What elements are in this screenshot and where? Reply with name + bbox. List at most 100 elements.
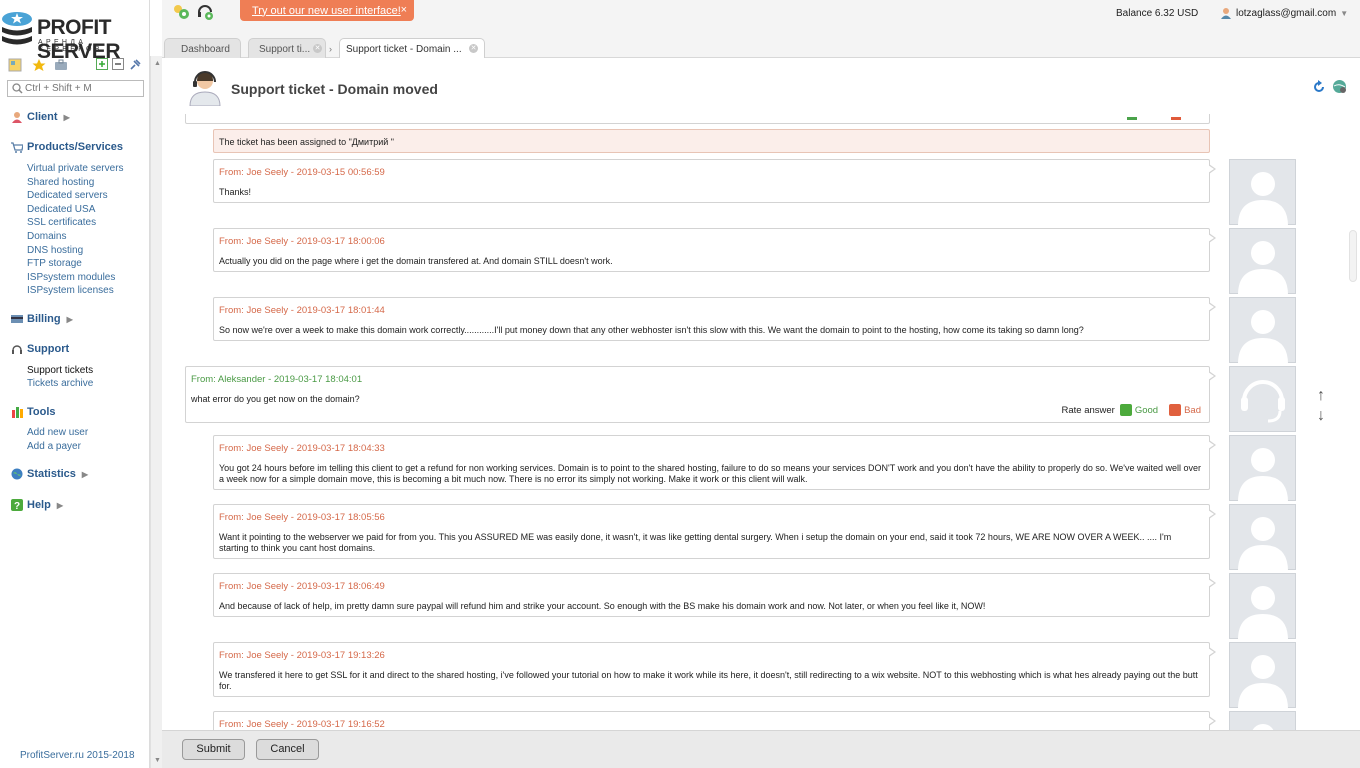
- nav-item-add-new-user[interactable]: Add new user: [27, 427, 88, 438]
- message-body: what error do you get now on the domain?: [191, 394, 360, 404]
- search-icon: [12, 83, 23, 94]
- rate-good-button[interactable]: Good: [1119, 404, 1158, 416]
- user-menu[interactable]: lotzaglass@gmail.com ▼: [1220, 7, 1348, 19]
- search-input[interactable]: [25, 82, 140, 95]
- nav-client[interactable]: Client ▶: [11, 111, 70, 123]
- message-tail: [1208, 716, 1216, 726]
- message-from: From: Joe Seely - 2019-03-17 18:06:49: [219, 581, 385, 592]
- nav-item-vps[interactable]: Virtual private servers: [27, 163, 124, 174]
- headset-icon: [12, 345, 22, 354]
- message: From: Joe Seely - 2019-03-15 00:56:59 Th…: [213, 159, 1216, 203]
- message-from: From: Joe Seely - 2019-03-15 00:56:59: [219, 167, 385, 178]
- nav-item-ssl[interactable]: SSL certificates: [27, 217, 96, 228]
- message-tail: [1208, 647, 1216, 657]
- avatar: [1229, 504, 1296, 571]
- arrow-up-icon: ↑: [1317, 387, 1325, 404]
- new-ui-banner[interactable]: Try out our new user interface! ×: [240, 0, 414, 21]
- submit-button[interactable]: Submit: [182, 739, 245, 760]
- chevron-right-icon: ▶: [56, 500, 63, 510]
- user-icon: [12, 112, 22, 123]
- expand-all-icon[interactable]: [96, 58, 110, 72]
- scroll-up-icon[interactable]: ▲: [154, 60, 161, 67]
- message-body: You got 24 hours before im telling this …: [219, 463, 1202, 484]
- star-icon[interactable]: [32, 58, 46, 72]
- headset-green-icon[interactable]: [196, 3, 214, 21]
- rate-answer: Rate answer Good Bad: [1061, 404, 1201, 416]
- refresh-icon[interactable]: [1312, 80, 1326, 94]
- message-from: From: Joe Seely - 2019-03-17 19:13:26: [219, 650, 385, 661]
- system-note: The ticket has been assigned to "Дмитрий…: [213, 129, 1210, 153]
- message-partial: [185, 114, 1210, 124]
- nav-item-ispsystem-modules[interactable]: ISPsystem modules: [27, 272, 115, 283]
- message: From: Joe Seely - 2019-03-17 18:00:06 Ac…: [213, 228, 1216, 272]
- ticket-thread[interactable]: The ticket has been assigned to "Дмитрий…: [162, 114, 1346, 730]
- nav-billing[interactable]: Billing ▶: [11, 313, 73, 325]
- nav-item-shared-hosting[interactable]: Shared hosting: [27, 177, 94, 188]
- svg-text:?: ?: [14, 501, 20, 511]
- close-icon[interactable]: ×: [401, 4, 407, 16]
- message-from: From: Joe Seely - 2019-03-17 18:00:06: [219, 236, 385, 247]
- message: From: Joe Seely - 2019-03-17 19:16:52: [213, 711, 1216, 730]
- nav-tools[interactable]: Tools: [11, 406, 56, 418]
- tab-support-tickets[interactable]: Support ti... ✕: [248, 38, 326, 58]
- nav-item-dedicated-servers[interactable]: Dedicated servers: [27, 190, 108, 201]
- page-title: Support ticket - Domain moved: [231, 81, 438, 97]
- message: From: Joe Seely - 2019-03-17 19:13:26 We…: [213, 642, 1216, 697]
- message-from: From: Aleksander - 2019-03-17 18:04:01: [191, 374, 363, 385]
- message-tail: [1208, 371, 1216, 381]
- tab-dashboard[interactable]: Dashboard: [164, 38, 241, 58]
- nav-item-dedicated-usa[interactable]: Dedicated USA: [27, 204, 95, 215]
- tab-ticket-domain[interactable]: Support ticket - Domain ... ✕: [339, 38, 485, 59]
- message: From: Joe Seely - 2019-03-17 18:05:56 Wa…: [213, 504, 1216, 559]
- logo-subtitle: АРЕНДА СЕРВЕРОВ: [38, 39, 103, 53]
- message-body: Thanks!: [219, 187, 252, 197]
- nav-item-ispsystem-licenses[interactable]: ISPsystem licenses: [27, 285, 114, 296]
- collapse-all-icon[interactable]: [112, 58, 126, 72]
- message-from: From: Joe Seely - 2019-03-17 19:16:52: [219, 719, 385, 730]
- pin-icon[interactable]: [128, 58, 142, 72]
- avatar: [1229, 435, 1296, 502]
- scroll-down-icon[interactable]: ▼: [154, 757, 161, 764]
- globe-icon[interactable]: [1332, 79, 1347, 94]
- balance[interactable]: Balance 6.32 USD: [1116, 8, 1198, 19]
- arrow-down-icon: ↓: [1317, 407, 1325, 424]
- nav-item-support-tickets[interactable]: Support tickets: [27, 365, 93, 376]
- content-scrollbar[interactable]: [1346, 114, 1360, 730]
- chevron-down-icon: ▼: [1340, 8, 1349, 18]
- nav-support[interactable]: Support: [11, 343, 69, 355]
- expand-collapse-arrows[interactable]: ↑ ↓: [1314, 386, 1328, 426]
- tab-close-icon[interactable]: ✕: [313, 44, 322, 53]
- tab-close-icon[interactable]: ✕: [469, 44, 478, 53]
- tools-icon: [12, 407, 23, 418]
- nav-item-add-payer[interactable]: Add a payer: [27, 441, 81, 452]
- new-ui-link[interactable]: Try out our new user interface!: [252, 5, 401, 17]
- nav-statistics[interactable]: Statistics ▶: [11, 468, 88, 480]
- staff-avatar: [1229, 366, 1296, 432]
- avatar: [1229, 297, 1296, 364]
- menu-search[interactable]: [7, 80, 144, 97]
- nav-help[interactable]: ? Help ▶: [11, 499, 63, 511]
- message-body: Want it pointing to the webserver we pai…: [219, 532, 1172, 553]
- nav-item-ftp[interactable]: FTP storage: [27, 258, 82, 269]
- avatar: [1229, 711, 1296, 730]
- message-tail: [1208, 509, 1216, 519]
- nav-products[interactable]: Products/Services: [11, 141, 123, 153]
- message-tail: [1208, 233, 1216, 243]
- cart-icon: [11, 142, 23, 153]
- nav-item-tickets-archive[interactable]: Tickets archive: [27, 378, 93, 389]
- chevron-right-icon: ▶: [63, 112, 70, 122]
- users-green-icon[interactable]: [172, 3, 190, 21]
- scroll-thumb[interactable]: [1349, 230, 1357, 282]
- message-from: From: Joe Seely - 2019-03-17 18:05:56: [219, 512, 385, 523]
- nav-item-domains[interactable]: Domains: [27, 231, 66, 242]
- logo-server-icon: [2, 12, 32, 45]
- nav-item-dns[interactable]: DNS hosting: [27, 245, 83, 256]
- layout-icon[interactable]: [8, 58, 22, 72]
- billing-icon: [11, 315, 23, 323]
- briefcase-icon[interactable]: [54, 58, 68, 72]
- sidebar-scrollbar[interactable]: ▲ ▼: [150, 56, 162, 768]
- logo[interactable]: PROFIT SERVER АРЕНДА СЕРВЕРОВ: [0, 4, 150, 63]
- footer-copyright[interactable]: ProfitServer.ru 2015-2018: [20, 750, 135, 761]
- rate-bad-button[interactable]: Bad: [1169, 404, 1201, 416]
- cancel-button[interactable]: Cancel: [256, 739, 319, 760]
